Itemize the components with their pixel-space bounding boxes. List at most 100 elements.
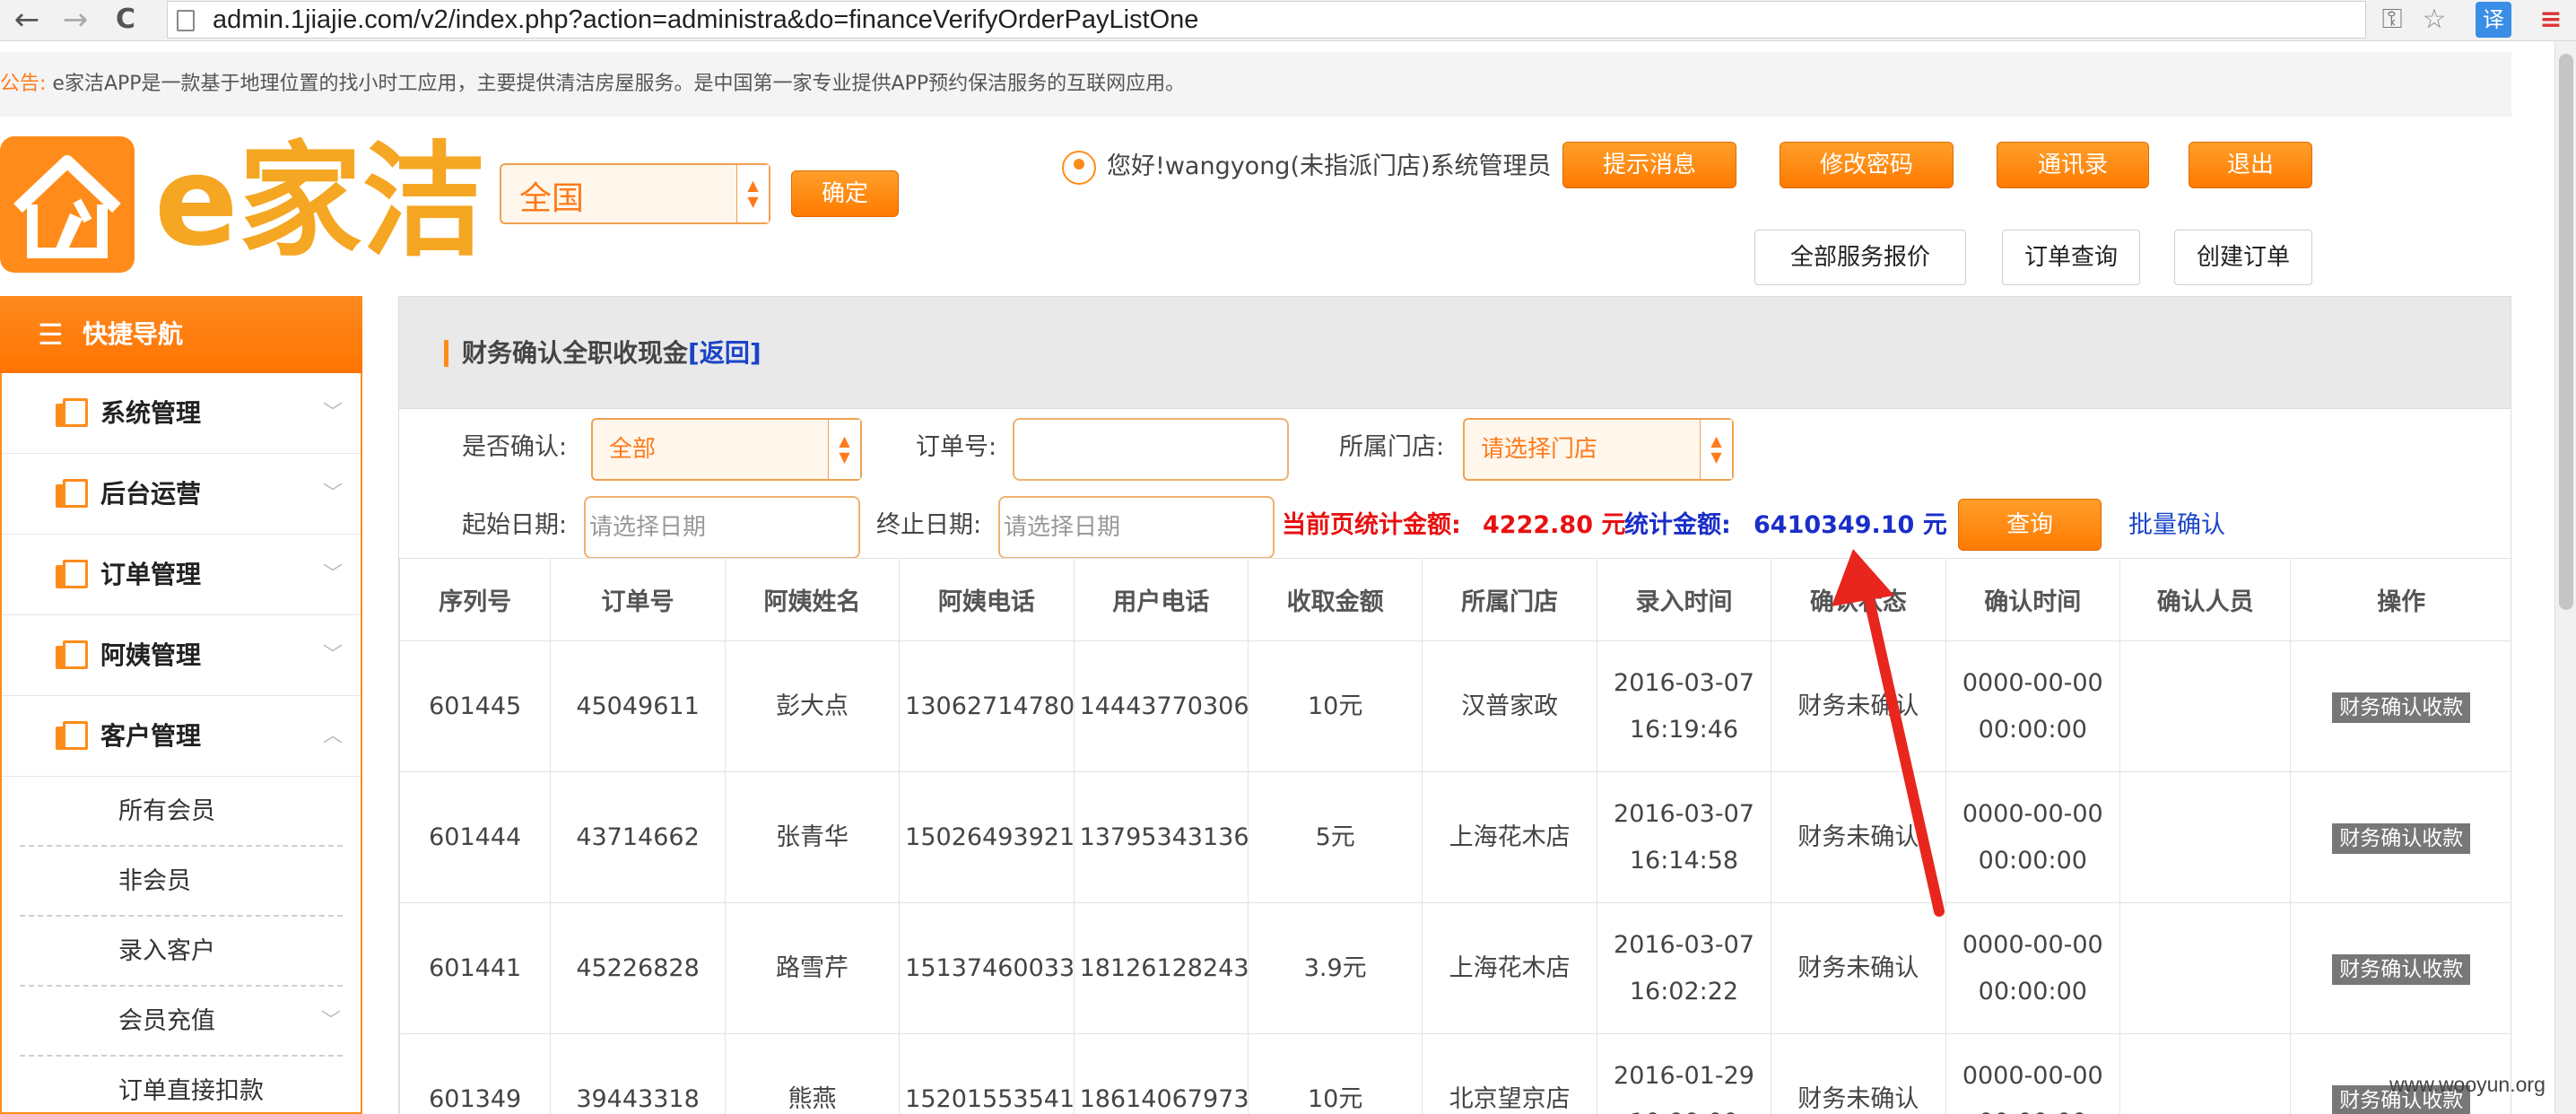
cell-status: 财务未确认 xyxy=(1771,1033,1946,1114)
announcement-bar: 公告: e家洁APP是一款基于地理位置的找小时工应用，主要提供清洁房屋服务。是中… xyxy=(0,52,2511,117)
sidebar-subitem-add-customer[interactable]: 录入客户 xyxy=(20,917,343,987)
finance-confirm-button[interactable]: 财务确认收款 xyxy=(2332,692,2471,723)
create-order-button[interactable]: 创建订单 xyxy=(2174,230,2312,285)
end-date-input[interactable]: 请选择日期 xyxy=(998,496,1275,559)
forward-arrow-icon[interactable]: → xyxy=(57,2,93,38)
confirm-status-select[interactable]: 全部 ▲ ▼ xyxy=(591,418,862,481)
cell-created-time: 2016-03-07 16:14:58 xyxy=(1596,771,1772,903)
query-button[interactable]: 查询 xyxy=(1958,499,2102,551)
finance-confirm-button[interactable]: 财务确认收款 xyxy=(2332,953,2471,985)
cell-aunt-name: 路雪芹 xyxy=(724,902,901,1034)
cell-confirmer xyxy=(2119,902,2292,1034)
sidebar-item-label: 后台运营 xyxy=(100,479,202,509)
region-confirm-button[interactable]: 确定 xyxy=(791,170,899,217)
logo-text: e家洁 xyxy=(154,129,486,274)
document-icon xyxy=(56,560,88,588)
all-service-price-button[interactable]: 全部服务报价 xyxy=(1754,230,1966,285)
confirm-status-value: 全部 xyxy=(609,436,657,463)
batch-confirm-link[interactable]: 批量确认 xyxy=(2128,506,2225,545)
notice-messages-button[interactable]: 提示消息 xyxy=(1562,142,1736,188)
cell-user-phone: 13795343136 xyxy=(1073,771,1249,903)
watermark-text: www.wooyun.org xyxy=(2389,1073,2546,1096)
logo-icon[interactable] xyxy=(0,136,135,273)
reload-icon[interactable]: C xyxy=(108,2,144,38)
chevron-down-icon: ﹀ xyxy=(323,563,344,586)
change-password-button[interactable]: 修改密码 xyxy=(1780,142,1954,188)
greeting-text: 您好!wangyong(未指派门店)系统管理员 xyxy=(1107,152,1552,180)
cell-confirm-time: 0000-00-00 00:00:00 xyxy=(1945,771,2121,903)
cell-serial: 601444 xyxy=(399,771,552,903)
sidebar-subitem-label: 会员充值 xyxy=(118,1007,215,1035)
logout-button[interactable]: 退出 xyxy=(2189,142,2312,188)
cell-operation: 财务确认收款 xyxy=(2290,771,2511,903)
sidebar-subitem-direct-debit[interactable]: 订单直接扣款 xyxy=(20,1057,343,1114)
grand-total-label: 统计金额: xyxy=(1624,511,1731,539)
title-accent-bar xyxy=(444,340,448,367)
cell-confirmer xyxy=(2119,1033,2292,1114)
scroll-thumb[interactable] xyxy=(2559,54,2573,610)
page-scrollbar[interactable] xyxy=(2554,41,2576,1114)
sidebar-item-label: 阿姨管理 xyxy=(100,640,202,670)
column-header: 录入时间 xyxy=(1596,558,1772,641)
back-link[interactable]: [返回] xyxy=(688,338,761,368)
page-total-value: 4222.80 元 xyxy=(1483,511,1626,539)
filter-form: 是否确认: 全部 ▲ ▼ 订单号: 所属门店: 请选择门店 ▲ ▼ 起始日期: 请选… xyxy=(398,409,2511,559)
bookmark-star-icon[interactable]: ☆ xyxy=(2416,2,2452,38)
address-bar[interactable]: admin.1jiajie.com/v2/index.php?action=ad… xyxy=(167,1,2366,39)
menu-icon[interactable]: ≡ xyxy=(2533,2,2569,38)
cell-confirmer xyxy=(2119,640,2292,772)
order-query-button[interactable]: 订单查询 xyxy=(2002,230,2140,285)
document-icon xyxy=(56,640,88,669)
sidebar-subitem-member-recharge[interactable]: 会员充值 ﹀ xyxy=(20,987,343,1057)
store-select[interactable]: 请选择门店 ▲ ▼ xyxy=(1463,418,1734,481)
cell-aunt-name: 张青华 xyxy=(724,771,901,903)
sidebar-subitem-label: 订单直接扣款 xyxy=(118,1077,264,1105)
finance-confirm-button[interactable]: 财务确认收款 xyxy=(2332,822,2471,854)
table-row: 601444 43714662 张青华 15026493921 13795343… xyxy=(399,771,2511,903)
start-date-input[interactable]: 请选择日期 xyxy=(584,496,860,559)
start-date-label: 起始日期: xyxy=(462,511,568,539)
cell-aunt-phone: 15137460033 xyxy=(899,902,1075,1034)
page-icon xyxy=(177,10,195,31)
sidebar-subitem-all-members[interactable]: 所有会员 xyxy=(20,777,343,847)
document-icon xyxy=(56,721,88,750)
cell-order-number: 39443318 xyxy=(550,1033,726,1114)
column-header: 序列号 xyxy=(399,558,552,641)
end-date-label: 终止日期: xyxy=(876,511,982,539)
sidebar-item-orders[interactable]: 订单管理 ﹀ xyxy=(2,535,361,615)
chevron-down-icon: ﹀ xyxy=(323,644,344,666)
user-icon xyxy=(1062,151,1096,185)
key-icon[interactable]: ⚿ xyxy=(2377,2,2407,38)
contacts-button[interactable]: 通讯录 xyxy=(1997,142,2149,188)
order-number-label: 订单号: xyxy=(916,433,997,461)
end-date-placeholder: 请选择日期 xyxy=(1004,514,1121,541)
sidebar-subitem-non-members[interactable]: 非会员 xyxy=(20,847,343,917)
cell-confirmer xyxy=(2119,771,2292,903)
sidebar-item-system[interactable]: 系统管理 ﹀ xyxy=(2,373,361,454)
sidebar-item-operations[interactable]: 后台运营 ﹀ xyxy=(2,454,361,535)
cell-user-phone: 18614067973 xyxy=(1073,1033,1249,1114)
cell-aunt-phone: 13062714780 xyxy=(899,640,1075,772)
translate-icon[interactable]: 译 xyxy=(2476,2,2511,38)
chevron-down-icon: ﹀ xyxy=(321,1010,342,1032)
url-text[interactable]: admin.1jiajie.com/v2/index.php?action=ad… xyxy=(213,4,1198,36)
cell-confirm-time: 0000-00-00 00:00:00 xyxy=(1945,902,2121,1034)
chevron-up-icon: ︿ xyxy=(323,725,344,747)
page-header: 财务确认全职收现金[返回] xyxy=(398,296,2511,409)
order-number-input[interactable] xyxy=(1013,418,1289,481)
select-arrows-icon: ▲ ▼ xyxy=(1700,420,1732,479)
list-icon: ☰ xyxy=(38,318,64,352)
cell-serial: 601349 xyxy=(399,1033,552,1114)
cell-confirm-time: 0000-00-00 00:00:00 xyxy=(1945,640,2121,772)
cell-user-phone: 18126128243 xyxy=(1073,902,1249,1034)
chevron-down-icon: ﹀ xyxy=(323,402,344,424)
cell-order-number: 45049611 xyxy=(550,640,726,772)
region-select[interactable]: 全国 ▲ ▼ xyxy=(500,163,770,224)
back-arrow-icon[interactable]: ← xyxy=(9,2,45,38)
start-date-placeholder: 请选择日期 xyxy=(589,514,707,541)
sidebar-title: 快捷导航 xyxy=(83,319,184,349)
sidebar-item-aunts[interactable]: 阿姨管理 ﹀ xyxy=(2,615,361,696)
sidebar-item-customers[interactable]: 客户管理 ︿ xyxy=(2,696,361,777)
cell-store: 北京望京店 xyxy=(1422,1033,1597,1114)
sidebar-item-label: 系统管理 xyxy=(100,398,202,428)
